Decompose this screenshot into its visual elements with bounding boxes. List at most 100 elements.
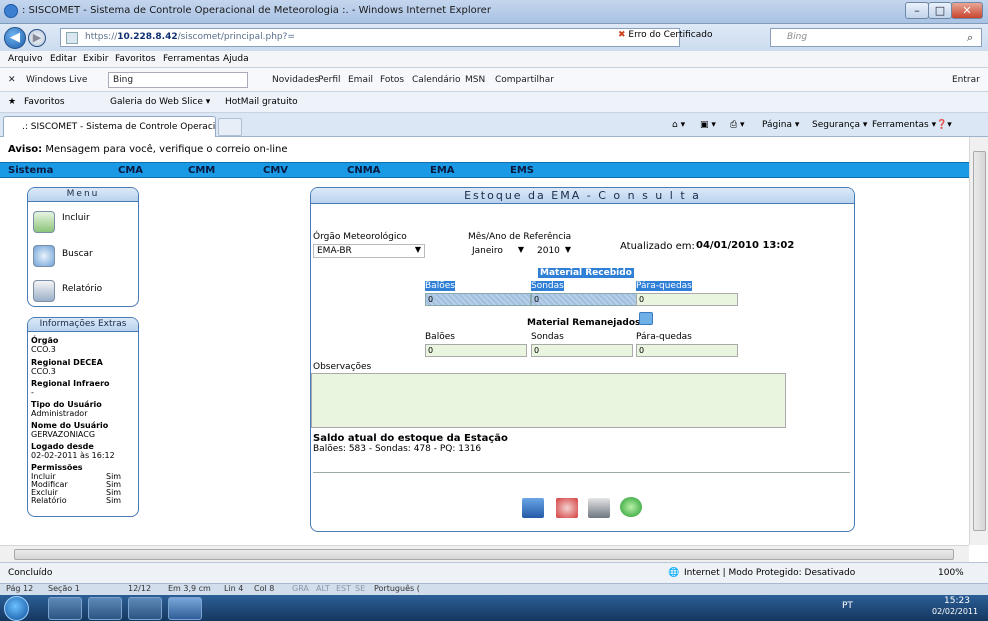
nav-cmm[interactable]: CMM (188, 165, 215, 176)
windows-live-brand[interactable]: Windows Live (26, 75, 87, 85)
buscar-icon[interactable] (33, 245, 55, 267)
live-fotos[interactable]: Fotos (380, 75, 404, 85)
cmd-seguranca[interactable]: Segurança ▾ (812, 120, 867, 130)
relatorio-icon[interactable] (33, 280, 55, 302)
incluir-icon[interactable] (33, 211, 55, 233)
tab-siscomet[interactable]: .: SISCOMET - Sistema de Controle Operac… (3, 116, 216, 137)
recebido-baloes-input[interactable]: 0 (425, 293, 531, 306)
atualizado-value: 04/01/2010 13:02 (696, 240, 795, 251)
horizontal-scroll-thumb[interactable] (14, 549, 954, 560)
menu-ajuda[interactable]: Ajuda (223, 54, 249, 64)
orgao-select[interactable]: EMA-BR ▼ (313, 244, 425, 258)
nav-sistema[interactable]: Sistema (8, 165, 53, 176)
menu-arquivo[interactable]: Arquivo (8, 54, 42, 64)
menu-incluir[interactable]: Incluir (62, 213, 90, 223)
taskbar-ie[interactable] (48, 597, 82, 620)
observacoes-textarea[interactable] (311, 373, 786, 428)
back-button[interactable]: ◀ (4, 27, 26, 49)
tray-time[interactable]: 15:23 (944, 596, 970, 606)
menu-panel-title: Menu (28, 188, 138, 202)
perm-relatorio-label: Relatório (31, 496, 67, 505)
cmd-pagina[interactable]: Página ▾ (762, 120, 799, 130)
edit-icon[interactable] (522, 498, 544, 518)
close-button[interactable]: ✕ (951, 2, 983, 19)
tray-date[interactable]: 02/02/2011 (932, 607, 978, 616)
refresh-icon[interactable] (620, 497, 642, 517)
help-icon[interactable]: ❓▾ (936, 120, 952, 130)
nav-ems[interactable]: EMS (510, 165, 534, 176)
live-entrar[interactable]: Entrar (952, 75, 980, 85)
word-status-bar: Pág 12 Seção 1 12/12 Em 3,9 cm Lin 4 Col… (0, 583, 988, 595)
taskbar-word[interactable] (168, 597, 202, 620)
nav-cnma[interactable]: CNMA (347, 165, 380, 176)
remanejados-baloes-input[interactable]: 0 (425, 344, 527, 357)
zone-globe-icon: 🌐 (668, 568, 680, 578)
live-email[interactable]: Email (348, 75, 373, 85)
maximize-button[interactable]: □ (928, 2, 952, 19)
status-text: Concluído (8, 568, 53, 578)
vertical-scroll-thumb[interactable] (973, 151, 986, 531)
menu-editar[interactable]: Editar (50, 54, 77, 64)
home-icon[interactable]: ⌂ ▾ (672, 120, 685, 130)
menu-relatorio[interactable]: Relatório (62, 284, 102, 294)
chevron-down-icon: ▼ (414, 245, 421, 254)
favorites-star-icon: ★ (8, 97, 17, 107)
recebido-sondas-input[interactable]: 0 (531, 293, 637, 306)
close-live-icon[interactable]: ✕ (8, 75, 16, 85)
mes-ano-label: Mês/Ano de Referência (468, 232, 572, 242)
web-slice-gallery[interactable]: Galeria do Web Slice ▾ (110, 97, 210, 107)
search-box[interactable]: Bing ⌕ (770, 28, 982, 47)
menu-favoritos[interactable]: Favoritos (115, 54, 156, 64)
saldo-title: Saldo atual do estoque da Estação (313, 433, 508, 444)
remanejados-sondas-input[interactable]: 0 (531, 344, 633, 357)
taskbar-explorer[interactable] (88, 597, 122, 620)
logado-value: 02-02-2011 às 16:12 (31, 451, 115, 460)
delete-icon[interactable] (556, 498, 578, 518)
page-icon (66, 32, 78, 44)
tray-language[interactable]: PT (842, 601, 853, 611)
hotmail-link[interactable]: HotMail gratuito (225, 97, 298, 107)
ano-select[interactable]: 2010 ▼ (533, 244, 575, 258)
remanejados-paraquedas-input[interactable]: 0 (636, 344, 738, 357)
live-compartilhar[interactable]: Compartilhar (495, 75, 554, 85)
address-toolbar: ◀ ▶ https://10.228.8.42/siscomet/princip… (0, 24, 988, 51)
cmd-ferramentas[interactable]: Ferramentas ▾ (872, 120, 936, 130)
menu-ferramentas[interactable]: Ferramentas (163, 54, 220, 64)
menu-exibir[interactable]: Exibir (83, 54, 108, 64)
zoom-level[interactable]: 100% (938, 568, 964, 578)
nav-cmv[interactable]: CMV (263, 165, 288, 176)
taskbar-media[interactable] (128, 597, 162, 620)
remanejados-info-icon[interactable] (639, 312, 653, 325)
certificate-error[interactable]: ✖ Erro do Certificado (618, 30, 713, 40)
print-icon[interactable]: ⎙ ▾ (730, 120, 745, 130)
live-search-input[interactable]: Bing (108, 72, 248, 88)
chevron-down-icon: ▼ (564, 245, 571, 254)
menu-buscar[interactable]: Buscar (62, 249, 93, 259)
new-tab-button[interactable] (218, 118, 242, 136)
ie-logo-icon (4, 4, 18, 18)
minimize-button[interactable]: – (905, 2, 929, 19)
live-perfil[interactable]: Perfil (318, 75, 341, 85)
regional-decea-label: Regional DECEA (31, 358, 103, 367)
nav-cma[interactable]: CMA (118, 165, 143, 176)
tipo-usuario-label: Tipo do Usuário (31, 400, 102, 409)
address-bar[interactable]: https://10.228.8.42/siscomet/principal.p… (60, 28, 680, 47)
horizontal-scrollbar[interactable] (0, 545, 969, 562)
forward-button[interactable]: ▶ (28, 29, 46, 47)
vertical-scrollbar[interactable] (969, 137, 988, 545)
feeds-icon[interactable]: ▣ ▾ (700, 120, 716, 130)
mes-select[interactable]: Janeiro ▼ (468, 244, 528, 258)
search-icon[interactable]: ⌕ (967, 31, 973, 45)
word-gra: GRA (292, 584, 309, 593)
live-calendario[interactable]: Calendário (412, 75, 460, 85)
security-zone[interactable]: Internet | Modo Protegido: Desativado (684, 568, 855, 578)
estoque-panel: Estoque da EMA - C o n s u l t a Órgão M… (310, 187, 855, 532)
nav-ema[interactable]: EMA (430, 165, 455, 176)
word-section: Seção 1 (48, 584, 80, 593)
start-button[interactable] (4, 596, 29, 621)
favorites-button[interactable]: Favoritos (24, 97, 65, 107)
print-icon[interactable] (588, 498, 610, 518)
recebido-paraquedas-input[interactable]: 0 (636, 293, 738, 306)
live-novidades[interactable]: Novidades (272, 75, 319, 85)
live-msn[interactable]: MSN (465, 75, 485, 85)
